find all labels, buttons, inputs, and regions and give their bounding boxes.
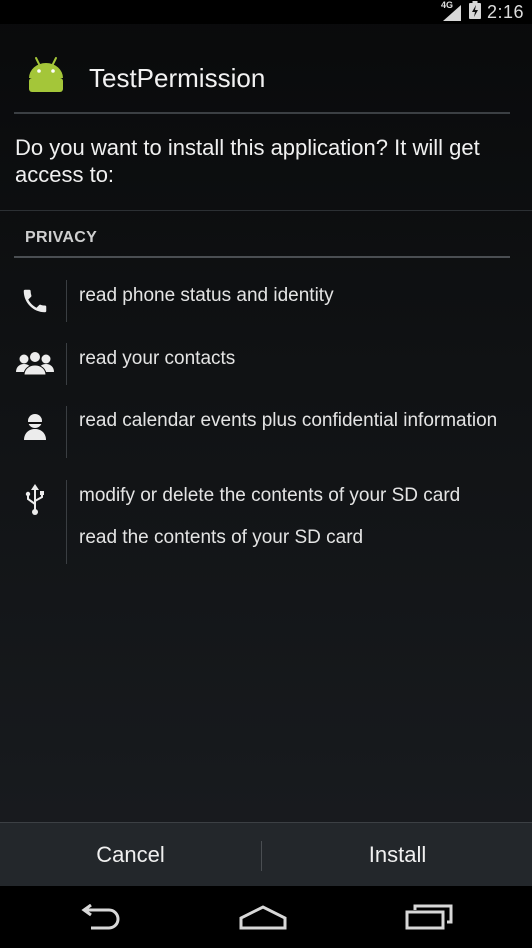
signal-icon: 4G [440,0,463,21]
install-screen: 4G 2:16 TestPermission Do you want to in… [0,0,532,948]
permission-separator [66,406,67,458]
person-icon [16,411,54,441]
permission-item: read calendar events plus confidential i… [79,410,498,431]
back-icon[interactable] [64,896,134,938]
android-icon [26,56,66,97]
phone-icon [16,286,54,316]
network-type: 4G [440,0,453,10]
install-prompt: Do you want to install this application?… [15,135,480,187]
section-heading: PRIVACY [25,229,98,246]
prompt-divider [0,210,532,211]
status-bar: 4G 2:16 [0,0,532,24]
recent-apps-icon[interactable] [394,896,464,938]
section-divider [14,256,510,258]
permission-separator [66,280,67,322]
permission-item: read your contacts [79,348,236,369]
permission-separator [66,343,67,385]
battery-charging-icon [468,0,481,24]
dialog-button-bar: Cancel Install [0,822,532,887]
status-clock: 2:16 [486,1,524,22]
button-separator [261,841,262,871]
permission-item: read phone status and identity [79,285,334,306]
permission-item: modify or delete the contents of your SD… [79,485,461,506]
usb-icon [16,484,54,515]
cancel-button[interactable]: Cancel [0,823,261,887]
contacts-icon [16,348,54,378]
home-icon[interactable] [228,896,298,938]
status-icons: 4G 2:16 [441,0,524,24]
install-button[interactable]: Install [263,823,532,887]
navigation-bar [0,886,532,948]
header-divider [14,112,510,114]
app-title: TestPermission [89,63,266,93]
permission-item: read the contents of your SD card [79,527,364,548]
app-header: TestPermission [0,44,532,114]
permission-separator [66,480,67,564]
